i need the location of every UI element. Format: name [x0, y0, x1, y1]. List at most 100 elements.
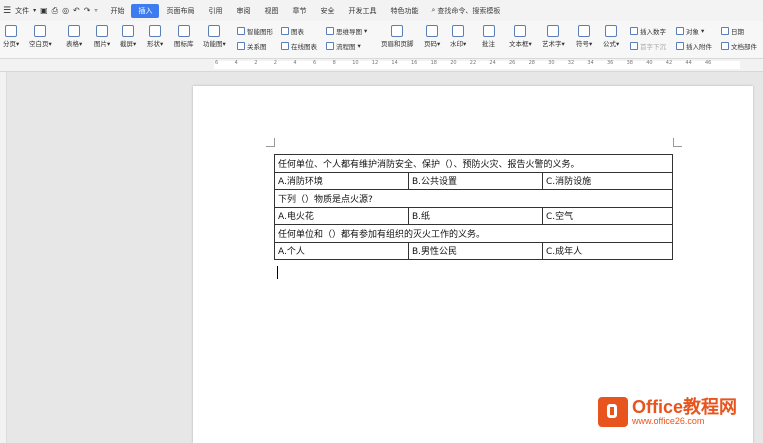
comment-button[interactable]: 批注: [482, 25, 495, 48]
office-logo-icon: [598, 397, 628, 427]
ruler-tick-label: 20: [450, 60, 457, 66]
option-cell[interactable]: A.消防环境: [274, 171, 409, 190]
doc-parts-button[interactable]: 文档部件: [721, 41, 757, 51]
ruler-tick-label: 10: [352, 60, 359, 66]
question-cell[interactable]: 下列（）物质是点火源?: [274, 189, 673, 208]
comment-icon: [482, 25, 495, 37]
date-button[interactable]: 日期: [721, 26, 744, 36]
smart-shape-button[interactable]: 智能图形: [237, 26, 273, 36]
paperclip-icon: [676, 42, 684, 50]
document-page[interactable]: 任何单位、个人都有维护消防安全、保护（）、预防火灾、报告火警的义务。 A.消防环…: [193, 86, 753, 443]
drop-cap-icon: [630, 42, 638, 50]
tab-references[interactable]: 引用: [201, 4, 229, 18]
ruler-tick-label: 22: [469, 60, 477, 66]
ruler-tick-label: 4: [293, 60, 297, 66]
tab-page-layout[interactable]: 页面布局: [159, 4, 201, 18]
ruler-tick-label: 2: [254, 60, 258, 66]
formula-button[interactable]: 公式▾: [603, 25, 619, 48]
undo-icon[interactable]: ↶: [73, 6, 80, 15]
customize-icon[interactable]: ▿: [94, 7, 97, 14]
ruler-tick-label: 40: [646, 60, 653, 66]
text-cursor: [277, 266, 278, 279]
hamburger-icon[interactable]: ☰: [3, 6, 11, 16]
picture-button[interactable]: 图片▾: [94, 25, 110, 48]
option-cell[interactable]: C.消防设施: [542, 171, 673, 190]
question-cell[interactable]: 任何单位、个人都有维护消防安全、保护（）、预防火灾、报告火警的义务。: [274, 154, 673, 173]
ruler-tick-label: 24: [489, 60, 496, 66]
textbox-button[interactable]: 文本框▾: [509, 25, 532, 48]
watermark-icon: [452, 25, 465, 37]
picture-icon: [96, 25, 109, 37]
ruler-tick-label: 46: [705, 60, 712, 66]
shape-icon: [149, 25, 162, 37]
pi-icon: [605, 25, 618, 37]
ruler-tick-label: 38: [626, 60, 633, 66]
omega-icon: [578, 25, 591, 37]
tab-review[interactable]: 审阅: [229, 4, 257, 18]
chart-button[interactable]: 图表: [281, 26, 304, 36]
quick-access: ☰ 文件 ▾ ▣ ⎙ ◎ ↶ ↷ ▿: [0, 6, 97, 16]
search-icon: ⌕: [431, 6, 436, 14]
relation-chart-button[interactable]: 关系图: [237, 41, 267, 51]
ribbon-tabs: 开始 插入 页面布局 引用 审阅 视图 章节 安全 开发工具 特色功能: [103, 3, 425, 18]
save-icon[interactable]: ▣: [40, 6, 48, 15]
horizontal-ruler[interactable]: 6 4 2 2 4 6 8 10 12 14 16 18 20 22 24 26 28 30 32 34 36 38 40 4…: [0, 59, 763, 72]
print-icon[interactable]: ⎙: [52, 6, 58, 16]
option-cell[interactable]: A.个人: [274, 241, 409, 260]
screenshot-button[interactable]: 截屏▾: [120, 25, 136, 48]
file-menu[interactable]: 文件: [15, 6, 29, 16]
tab-developer[interactable]: 开发工具: [341, 4, 383, 18]
ruler-tick-label: 4: [234, 60, 238, 66]
ruler-tick-label: 6: [215, 60, 219, 66]
table-button[interactable]: 表格▾: [66, 25, 82, 48]
watermark-button[interactable]: 水印▾: [450, 25, 466, 48]
command-search[interactable]: ⌕ 查找命令、搜索模板: [431, 6, 500, 16]
wordart-button[interactable]: 艺术字▾: [542, 25, 565, 48]
blank-page-button[interactable]: 空白页▾: [29, 25, 52, 48]
table-icon: [68, 25, 81, 37]
preview-icon[interactable]: ◎: [62, 6, 69, 15]
ruler-tick-label: 34: [587, 60, 594, 66]
option-cell[interactable]: A.电火花: [274, 206, 409, 225]
option-cell[interactable]: C.空气: [542, 206, 673, 225]
object-button[interactable]: 对象 ▾: [676, 26, 704, 36]
quiz-table[interactable]: 任何单位、个人都有维护消防安全、保护（）、预防火灾、报告火警的义务。 A.消防环…: [274, 154, 673, 260]
option-cell[interactable]: B.公共设置: [408, 171, 543, 190]
first-letter-sink-button[interactable]: 首字下沉: [630, 41, 666, 51]
insert-number-button[interactable]: 插入数字: [630, 26, 666, 36]
symbol-button[interactable]: 符号▾: [576, 25, 592, 48]
shape-button[interactable]: 形状▾: [147, 25, 163, 48]
tab-view[interactable]: 视图: [257, 4, 285, 18]
question-cell[interactable]: 任何单位和（）都有参加有组织的灭火工作的义务。: [274, 224, 673, 243]
tab-security[interactable]: 安全: [313, 4, 341, 18]
online-chart-button[interactable]: 在线图表: [281, 41, 317, 51]
watermark-url: www.office26.com: [632, 416, 705, 426]
tab-insert[interactable]: 插入: [131, 3, 160, 18]
option-cell[interactable]: B.纸: [408, 206, 543, 225]
site-watermark: Office教程网 www.office26.com: [598, 397, 737, 427]
object-icon: [676, 27, 684, 35]
ruler-tick-label: 44: [685, 60, 692, 66]
vertical-ruler[interactable]: [0, 72, 7, 443]
redo-icon[interactable]: ↷: [84, 6, 91, 15]
bar-chart-icon: [281, 27, 289, 35]
insert-attachment-button[interactable]: 插入附件: [676, 41, 712, 51]
header-footer-button[interactable]: 页眉和页脚: [381, 25, 414, 48]
option-cell[interactable]: B.男性公民: [408, 241, 543, 260]
function-chart-button[interactable]: 功能图▾: [203, 25, 226, 48]
mind-map-button[interactable]: 思维导图 ▾: [326, 26, 367, 36]
tab-special[interactable]: 特色功能: [383, 4, 425, 18]
ruler-tick-label: 2: [273, 60, 277, 66]
tab-section[interactable]: 章节: [285, 4, 313, 18]
tab-home[interactable]: 开始: [103, 4, 131, 18]
ruler-tick-label: 6: [313, 60, 317, 66]
chevron-down-icon[interactable]: ▾: [33, 7, 36, 14]
page-break-button[interactable]: 分页▾: [3, 25, 19, 48]
option-cell[interactable]: C.成年人: [542, 241, 673, 260]
ruler-tick-label: 32: [567, 60, 575, 66]
table-row: A.个人 B.男性公民 C.成年人: [274, 241, 673, 260]
flow-chart-button[interactable]: 流程图 ▾: [326, 41, 361, 51]
margin-corner-top-left: [266, 138, 275, 147]
page-number-button[interactable]: 页码▾: [424, 25, 440, 48]
icon-library-button[interactable]: 图标库: [174, 25, 194, 48]
